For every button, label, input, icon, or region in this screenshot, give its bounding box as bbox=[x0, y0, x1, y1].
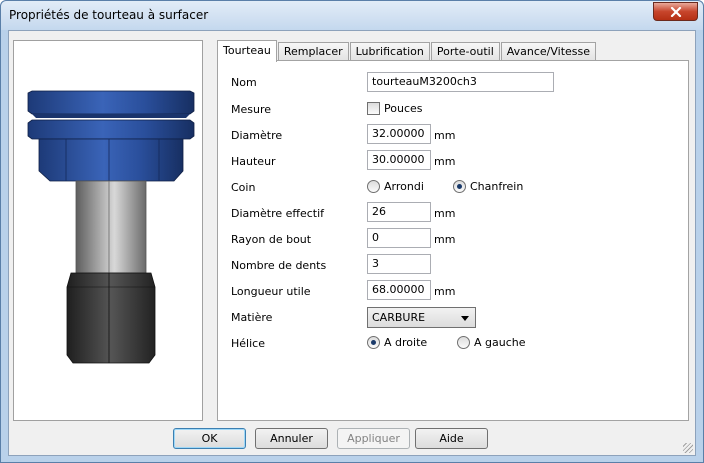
tab-strip: Tourteau Remplacer Lubrification Porte-o… bbox=[217, 40, 597, 62]
tab-porte-outil[interactable]: Porte-outil bbox=[430, 42, 500, 61]
chanfrein-label: Chanfrein bbox=[470, 180, 524, 193]
nom-input[interactable]: tourteauM3200ch3 bbox=[367, 72, 554, 92]
hauteur-unit: mm bbox=[434, 155, 456, 168]
resize-grip[interactable] bbox=[683, 443, 693, 453]
rayon-de-bout-input[interactable]: 0 bbox=[367, 228, 431, 248]
hauteur-input[interactable]: 30.00000 bbox=[367, 150, 431, 170]
dialog-client-area: Tourteau Remplacer Lubrification Porte-o… bbox=[8, 30, 696, 456]
dialog-window: Propriétés de tourteau à surfacer Tourte… bbox=[0, 0, 704, 463]
tool-preview bbox=[13, 40, 203, 421]
rayon-de-bout-label: Rayon de bout bbox=[231, 233, 312, 246]
hauteur-label: Hauteur bbox=[231, 155, 276, 168]
coin-label: Coin bbox=[231, 181, 256, 194]
chanfrein-radio[interactable] bbox=[453, 180, 466, 193]
aide-button[interactable]: Aide bbox=[415, 428, 488, 449]
face-mill-tool-icon bbox=[27, 90, 195, 364]
nom-label: Nom bbox=[231, 76, 257, 89]
matiere-select[interactable]: CARBURE bbox=[367, 307, 476, 328]
a-gauche-label: A gauche bbox=[474, 336, 526, 349]
mesure-label: Mesure bbox=[231, 103, 272, 116]
ok-button[interactable]: OK bbox=[173, 428, 246, 449]
matiere-label: Matière bbox=[231, 311, 273, 324]
close-button[interactable] bbox=[653, 2, 698, 21]
chevron-down-icon bbox=[461, 316, 469, 321]
diametre-effectif-unit: mm bbox=[434, 207, 456, 220]
tab-tourteau[interactable]: Tourteau bbox=[217, 40, 277, 62]
longueur-utile-unit: mm bbox=[434, 285, 456, 298]
a-droite-label: A droite bbox=[384, 336, 428, 349]
pouces-checkbox[interactable] bbox=[367, 102, 380, 115]
diametre-input[interactable]: 32.00000 bbox=[367, 124, 431, 144]
diametre-effectif-input[interactable]: 26 bbox=[367, 202, 431, 222]
annuler-button[interactable]: Annuler bbox=[255, 428, 328, 449]
longueur-utile-input[interactable]: 68.00000 bbox=[367, 280, 431, 300]
appliquer-button: Appliquer bbox=[337, 428, 410, 449]
close-icon bbox=[670, 6, 681, 17]
tab-lubrification[interactable]: Lubrification bbox=[349, 42, 430, 61]
arrondi-label: Arrondi bbox=[384, 180, 424, 193]
a-droite-radio[interactable] bbox=[367, 336, 380, 349]
arrondi-radio[interactable] bbox=[367, 180, 380, 193]
title-bar[interactable]: Propriétés de tourteau à surfacer bbox=[1, 1, 703, 30]
matiere-select-value: CARBURE bbox=[372, 311, 426, 324]
tab-remplacer[interactable]: Remplacer bbox=[277, 42, 349, 61]
tourteau-panel: Nom tourteauM3200ch3 Mesure Pouces Diamè… bbox=[217, 60, 689, 421]
rayon-de-bout-unit: mm bbox=[434, 233, 456, 246]
tab-avance-vitesse[interactable]: Avance/Vitesse bbox=[500, 42, 597, 61]
diametre-unit: mm bbox=[434, 129, 456, 142]
longueur-utile-label: Longueur utile bbox=[231, 285, 311, 298]
diametre-label: Diamètre bbox=[231, 129, 283, 142]
pouces-label: Pouces bbox=[384, 102, 423, 115]
nombre-de-dents-label: Nombre de dents bbox=[231, 259, 327, 272]
nombre-de-dents-input[interactable]: 3 bbox=[367, 254, 431, 274]
a-gauche-radio[interactable] bbox=[457, 336, 470, 349]
diametre-effectif-label: Diamètre effectif bbox=[231, 207, 325, 220]
window-title: Propriétés de tourteau à surfacer bbox=[9, 8, 209, 22]
helice-label: Hélice bbox=[231, 337, 265, 350]
